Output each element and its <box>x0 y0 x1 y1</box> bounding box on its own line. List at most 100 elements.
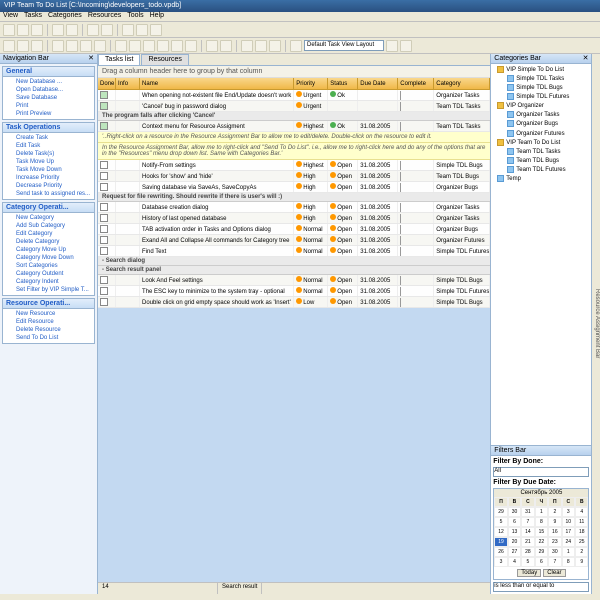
task-row[interactable]: Hooks for 'show' and 'hide'HighOpen31.08… <box>98 171 490 182</box>
cal-day[interactable]: 20 <box>508 537 521 547</box>
tb2-7-icon[interactable] <box>94 40 106 52</box>
tab-tasks-list[interactable]: Tasks list <box>98 54 140 65</box>
nav-item[interactable]: Task Move Up <box>4 158 93 166</box>
clear-button[interactable]: Clear <box>543 569 565 577</box>
cal-day[interactable]: 4 <box>508 557 521 567</box>
done-checkbox[interactable] <box>100 122 108 130</box>
cal-day[interactable]: 4 <box>575 507 588 517</box>
nav-item[interactable]: Delete Resource <box>4 326 93 334</box>
tb2-4-icon[interactable] <box>52 40 64 52</box>
cal-day[interactable]: 13 <box>508 527 521 537</box>
tb2-20-icon[interactable] <box>386 40 398 52</box>
grid-body[interactable]: When opening not-existent file End/Updat… <box>98 90 490 582</box>
cal-day[interactable]: 18 <box>575 527 588 537</box>
cal-day[interactable]: 22 <box>535 537 548 547</box>
cat-close-icon[interactable]: ✕ <box>583 54 589 63</box>
group-row[interactable]: - Search result panel <box>98 266 490 275</box>
tree-node[interactable]: Temp <box>493 175 589 184</box>
cal-day[interactable]: 31 <box>521 507 534 517</box>
resource-assignment-bar[interactable]: Resource Assignment Bar <box>591 54 600 594</box>
col-duedate[interactable]: Due Date <box>358 78 398 89</box>
tb2-15-icon[interactable] <box>220 40 232 52</box>
tb-preview-icon[interactable] <box>101 24 113 36</box>
nav-item[interactable]: Category Move Down <box>4 254 93 262</box>
task-row[interactable]: Find TextNormalOpen31.08.2005Simple TDL … <box>98 246 490 257</box>
tb2-1-icon[interactable] <box>3 40 15 52</box>
nav-close-icon[interactable]: ✕ <box>88 54 94 63</box>
cal-day[interactable]: 26 <box>494 547 507 557</box>
col-info[interactable]: Info <box>116 78 140 89</box>
col-complete[interactable]: Complete <box>398 78 434 89</box>
cal-day[interactable]: 8 <box>535 517 548 527</box>
task-row[interactable]: 'Cancel' bug in password dialogUrgentTea… <box>98 101 490 112</box>
layout-combo[interactable]: Default Task View Layout <box>304 40 384 51</box>
cal-day[interactable]: 30 <box>548 547 561 557</box>
done-checkbox[interactable] <box>100 214 108 222</box>
tree-node[interactable]: Team TDL Tasks <box>493 148 589 157</box>
nav-item[interactable]: Category Move Up <box>4 246 93 254</box>
nav-item[interactable]: Category Outdent <box>4 270 93 278</box>
tb-5-icon[interactable] <box>122 24 134 36</box>
nav-item[interactable]: Send To Do List <box>4 334 93 342</box>
task-row[interactable]: History of last opened databaseHighOpen3… <box>98 213 490 224</box>
cal-day[interactable]: 3 <box>494 557 507 567</box>
nav-item[interactable]: Delete Category <box>4 238 93 246</box>
tb-7-icon[interactable] <box>150 24 162 36</box>
tb2-9-icon[interactable] <box>129 40 141 52</box>
nav-item[interactable]: New Category <box>4 214 93 222</box>
col-name[interactable]: Name <box>140 78 294 89</box>
task-row[interactable]: The ESC key to minimize to the system tr… <box>98 286 490 297</box>
nav-item[interactable]: New Resource <box>4 310 93 318</box>
group-row[interactable]: - Search dialog <box>98 257 490 266</box>
cal-day[interactable]: 28 <box>521 547 534 557</box>
nav-item[interactable]: Send task to assigned res... <box>4 190 93 198</box>
cal-day[interactable]: 9 <box>575 557 588 567</box>
tb-save-icon[interactable] <box>31 24 43 36</box>
done-checkbox[interactable] <box>100 287 108 295</box>
nav-item[interactable]: Task Move Down <box>4 166 93 174</box>
tb2-10-icon[interactable] <box>143 40 155 52</box>
tb2-19-icon[interactable] <box>290 40 302 52</box>
menu-tools[interactable]: Tools <box>127 12 143 19</box>
nav-item[interactable]: Create Task <box>4 134 93 142</box>
done-checkbox[interactable] <box>100 298 108 306</box>
done-checkbox[interactable] <box>100 161 108 169</box>
tree-node[interactable]: VIP Simple To Do List <box>493 66 589 75</box>
nav-item[interactable]: Edit Category <box>4 230 93 238</box>
tree-node[interactable]: VIP Team To Do List <box>493 139 589 148</box>
done-checkbox[interactable] <box>100 91 108 99</box>
done-checkbox[interactable] <box>100 236 108 244</box>
task-row[interactable]: Exand All and Collapse All commands for … <box>98 235 490 246</box>
col-priority[interactable]: Priority <box>294 78 328 89</box>
calendar-month[interactable]: Сентябрь 2005 <box>494 489 588 497</box>
group-hint[interactable]: Drag a column header here to group by th… <box>98 66 490 78</box>
task-row[interactable]: Look And Feel settingsNormalOpen31.08.20… <box>98 275 490 286</box>
tree-node[interactable]: Simple TDL Futures <box>493 93 589 102</box>
tree-node[interactable]: Organizer Tasks <box>493 111 589 120</box>
nav-panel-2[interactable]: Category Operati... <box>3 203 94 213</box>
tree-node[interactable]: Organizer Futures <box>493 130 589 139</box>
menu-categories[interactable]: Categories <box>48 12 82 19</box>
cal-day[interactable]: 6 <box>508 517 521 527</box>
menu-tasks[interactable]: Tasks <box>24 12 42 19</box>
cal-day[interactable]: 9 <box>548 517 561 527</box>
task-row[interactable]: Notify-From settingsHighestOpen31.08.200… <box>98 160 490 171</box>
done-checkbox[interactable] <box>100 276 108 284</box>
tb2-14-icon[interactable] <box>206 40 218 52</box>
cal-day[interactable]: 14 <box>521 527 534 537</box>
tb2-2-icon[interactable] <box>17 40 29 52</box>
cal-day[interactable]: 27 <box>508 547 521 557</box>
task-row[interactable]: TAB activation order in Tasks and Option… <box>98 224 490 235</box>
cal-day[interactable]: 1 <box>562 547 575 557</box>
tb-redo-icon[interactable] <box>66 24 78 36</box>
nav-item[interactable]: Increase Priority <box>4 174 93 182</box>
done-checkbox[interactable] <box>100 102 108 110</box>
cal-day[interactable]: 19 <box>494 537 507 547</box>
nav-panel-3[interactable]: Resource Operati... <box>3 299 94 309</box>
tb2-17-icon[interactable] <box>255 40 267 52</box>
group-row[interactable]: The program falls after clicking 'Cancel… <box>98 112 490 121</box>
cal-day[interactable]: 16 <box>548 527 561 537</box>
nav-item[interactable]: Set Filter by VIP Simple T... <box>4 286 93 294</box>
nav-panel-1[interactable]: Task Operations <box>3 123 94 133</box>
cal-day[interactable]: 25 <box>575 537 588 547</box>
